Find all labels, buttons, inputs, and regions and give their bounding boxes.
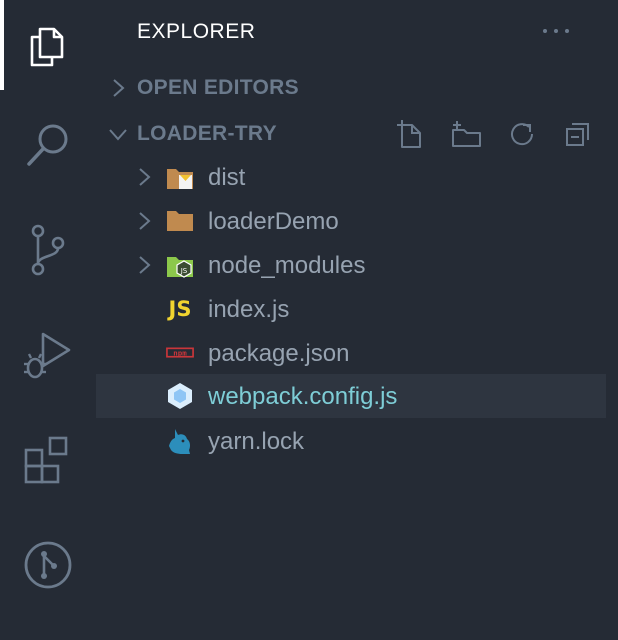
- node-folder-icon: JS: [166, 251, 194, 279]
- yarn-file-icon: [166, 427, 194, 455]
- refresh-button[interactable]: [494, 114, 550, 154]
- refresh-icon: [511, 123, 534, 146]
- more-actions-button[interactable]: [540, 17, 572, 45]
- active-indicator: [0, 0, 4, 90]
- source-control-icon: [31, 224, 65, 276]
- tree-item-label: yarn.lock: [208, 428, 305, 455]
- chevron-right-icon: [139, 168, 151, 186]
- section-label: LOADER-TRY: [137, 122, 277, 145]
- tree-item-label: index.js: [208, 296, 290, 323]
- new-file-icon: [397, 120, 421, 148]
- tree-item-index-js[interactable]: JS index.js: [96, 287, 606, 331]
- sidebar-title: EXPLORER: [137, 20, 256, 43]
- tree-item-label: webpack.config.js: [208, 383, 398, 410]
- new-file-button[interactable]: [382, 114, 438, 154]
- tree-item-label: dist: [208, 164, 246, 191]
- tree-item-label: package.json: [208, 340, 350, 367]
- js-file-icon: JS: [168, 297, 192, 321]
- npm-file-icon: npm: [166, 339, 194, 367]
- activity-explorer[interactable]: [0, 0, 96, 90]
- git-remote-icon: [24, 541, 72, 589]
- svg-text:JS: JS: [180, 267, 188, 275]
- collapse-all-button[interactable]: [550, 114, 606, 154]
- collapse-all-icon: [566, 123, 589, 146]
- search-icon: [27, 124, 68, 166]
- tree-item-node-modules[interactable]: JS node_modules: [96, 243, 606, 287]
- activity-search[interactable]: [0, 100, 96, 190]
- activity-remote[interactable]: [0, 520, 96, 610]
- run-debug-icon: [24, 332, 71, 379]
- tree-item-yarn-lock[interactable]: yarn.lock: [96, 419, 606, 463]
- tree-item-loaderDemo[interactable]: loaderDemo: [96, 199, 606, 243]
- tree-item-label: loaderDemo: [208, 208, 339, 235]
- dist-folder-icon: [166, 163, 194, 191]
- section-open-editors[interactable]: OPEN EDITORS: [96, 68, 606, 108]
- chevron-down-icon: [109, 129, 127, 141]
- ellipsis-icon: [543, 29, 569, 33]
- svg-text:npm: npm: [173, 348, 187, 357]
- vscode-window: EXPLORER OPEN EDITORS LOADER-TRY dist lo…: [0, 0, 618, 640]
- new-folder-button[interactable]: [438, 114, 494, 154]
- tree-item-webpack-config[interactable]: webpack.config.js: [96, 374, 606, 418]
- chevron-right-icon: [113, 79, 125, 97]
- chevron-right-icon: [139, 256, 151, 274]
- tree-item-package-json[interactable]: npm package.json: [96, 331, 606, 375]
- tree-item-dist[interactable]: dist: [96, 155, 606, 199]
- explorer-sidebar: EXPLORER OPEN EDITORS LOADER-TRY dist lo…: [96, 0, 618, 640]
- section-actions: [382, 114, 606, 154]
- section-label: OPEN EDITORS: [137, 76, 299, 99]
- section-project[interactable]: LOADER-TRY: [96, 114, 606, 154]
- extensions-icon: [24, 436, 68, 484]
- tree-item-label: node_modules: [208, 252, 366, 279]
- new-folder-icon: [452, 121, 481, 147]
- webpack-file-icon: [166, 382, 194, 410]
- activity-bar: [0, 0, 96, 640]
- folder-icon: [166, 207, 194, 235]
- activity-run-debug[interactable]: [0, 310, 96, 400]
- activity-extensions[interactable]: [0, 415, 96, 505]
- activity-source-control[interactable]: [0, 205, 96, 295]
- files-icon: [30, 27, 64, 67]
- chevron-right-icon: [139, 212, 151, 230]
